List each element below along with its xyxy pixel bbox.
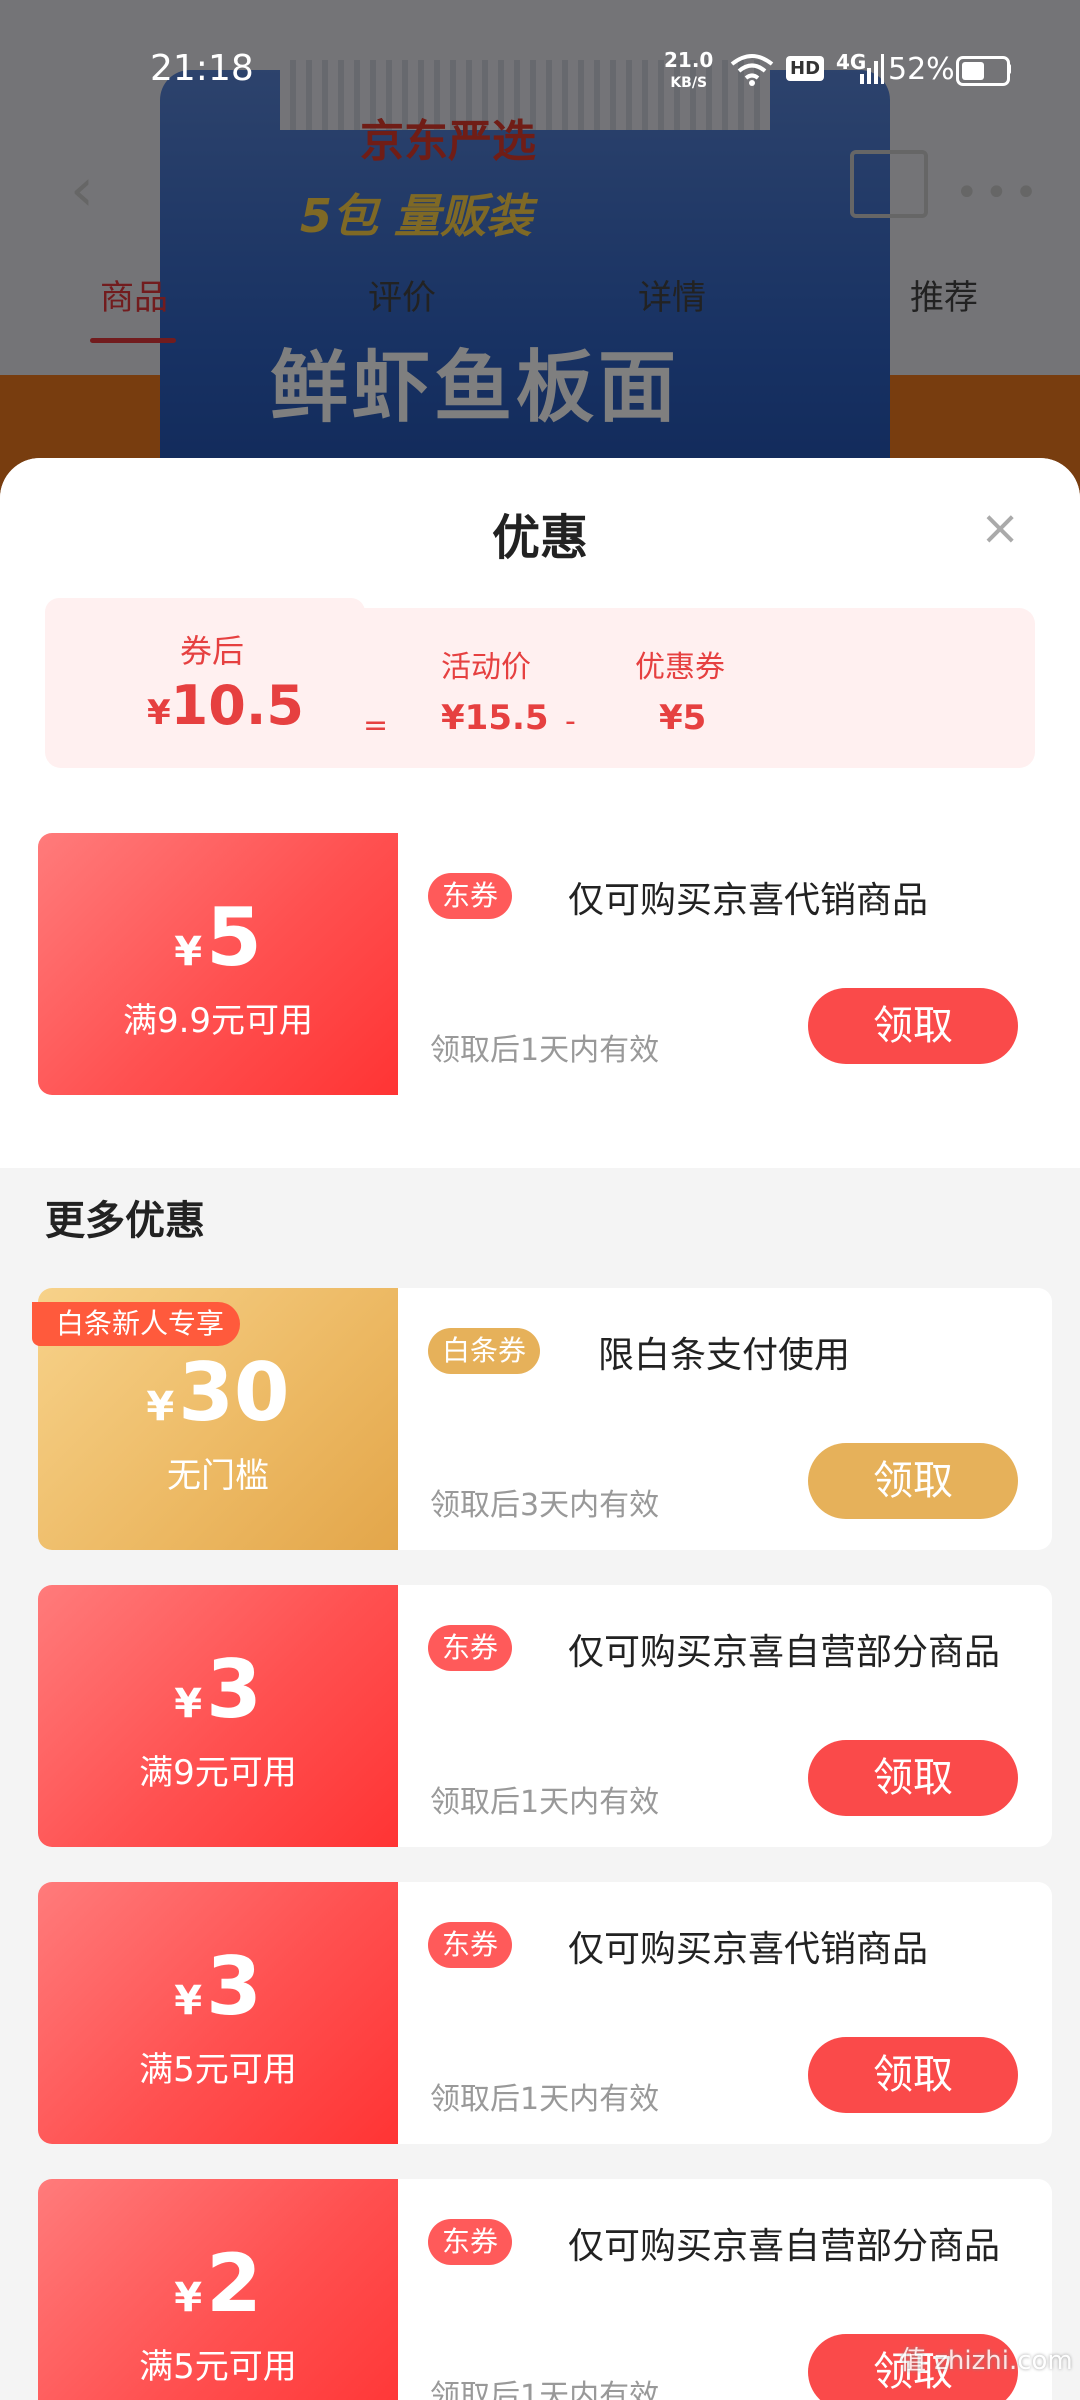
coupon-currency: ¥: [146, 1384, 175, 1430]
coupon-currency: ¥: [174, 1978, 203, 2024]
coupon-type-badge: 东券: [428, 1625, 513, 1671]
coupon-validity: 领取后1天内有效: [430, 1785, 660, 1820]
coupon-amount: ¥2: [38, 2239, 398, 2343]
coupon-amount-value: 30: [178, 1346, 290, 1439]
after-coupon-amount: 10.5: [170, 674, 304, 737]
coupon-card: ¥3 满9元可用 东券 仅可购买京喜自营部分商品 领取后1天内有效 领取: [38, 1585, 1052, 1847]
coupon-condition: 满9元可用: [139, 1753, 297, 1793]
sheet-title: 优惠: [491, 510, 588, 566]
battery-icon: [956, 56, 1010, 86]
claim-button[interactable]: 领取: [808, 1443, 1018, 1519]
activity-price-label: 活动价: [441, 650, 531, 685]
coupon-validity: 领取后3天内有效: [430, 1488, 660, 1523]
coupon-amount: ¥30: [38, 1348, 398, 1452]
claim-button[interactable]: 领取: [808, 2037, 1018, 2113]
status-bar: 21:18 21.0 KB/S HD 4G 52%: [0, 0, 1080, 140]
summary-tab-shape: [45, 598, 365, 624]
coupon-amount: ¥3: [38, 1942, 398, 2046]
coupon-condition: 无门槛: [167, 1456, 269, 1496]
coupon-amount-value: 3: [206, 1940, 262, 2033]
battery-percent: 52%: [888, 52, 955, 87]
coupon-description: 仅可购买京喜代销商品: [568, 1929, 929, 1970]
coupon-condition: 满9.9元可用: [122, 1001, 314, 1041]
coupon-card: ¥30 无门槛 白条新人专享 白条券 限白条支付使用 领取后3天内有效 领取: [32, 1288, 1052, 1550]
coupon-description: 仅可购买京喜自营部分商品: [568, 1632, 1001, 1673]
coupon-amount: ¥5: [38, 893, 398, 997]
coupon-currency: ¥: [174, 2275, 203, 2321]
coupon-discount: ¥5: [659, 698, 707, 738]
network-speed: 21.0 KB/S: [664, 50, 713, 93]
battery-tip: [1007, 64, 1011, 74]
more-offers-title: 更多优惠: [45, 1198, 205, 1244]
claim-button[interactable]: 领取: [808, 988, 1018, 1064]
coupon-card: ¥5 满9.9元可用 东券 仅可购买京喜代销商品 领取后1天内有效 领取: [38, 833, 1052, 1095]
coupon-amount-value: 2: [206, 2237, 262, 2330]
coupon-sheet: 优惠 × 券后 ¥10.5 = 活动价 ¥15.5 - 优惠券 ¥5 ¥5 满9…: [0, 458, 1080, 2400]
after-coupon-currency: ¥: [147, 693, 171, 733]
coupon-discount-label: 优惠券: [635, 650, 725, 685]
new-user-ribbon: 白条新人专享: [32, 1302, 241, 1346]
coupon-currency: ¥: [174, 1681, 203, 1727]
coupon-validity: 领取后1天内有效: [430, 2082, 660, 2117]
claim-button[interactable]: 领取: [808, 1740, 1018, 1816]
coupon-validity: 领取后1天内有效: [430, 1033, 660, 1068]
coupon-description: 限白条支付使用: [598, 1335, 851, 1376]
coupon-amount: ¥3: [38, 1645, 398, 1749]
price-summary: 券后 ¥10.5 = 活动价 ¥15.5 - 优惠券 ¥5: [45, 598, 1035, 768]
coupon-condition: 满5元可用: [139, 2347, 297, 2387]
network-speed-value: 21.0: [664, 48, 714, 72]
status-time: 21:18: [150, 48, 254, 89]
wifi-icon: [730, 54, 774, 86]
coupon-description: 仅可购买京喜自营部分商品: [568, 2226, 1001, 2267]
coupon-amount-value: 3: [206, 1643, 262, 1736]
coupon-type-badge: 白条券: [428, 1328, 541, 1374]
coupon-value-panel: ¥2 满5元可用: [38, 2179, 398, 2400]
close-icon[interactable]: ×: [980, 504, 1020, 552]
coupon-type-badge: 东券: [428, 2219, 513, 2265]
battery-fill: [962, 62, 984, 80]
after-coupon-label: 券后: [180, 632, 245, 670]
coupon-description: 仅可购买京喜代销商品: [568, 880, 929, 921]
coupon-value-panel: ¥5 满9.9元可用: [38, 833, 398, 1095]
coupon-type-badge: 东券: [428, 873, 513, 919]
network-speed-unit: KB/S: [670, 75, 708, 91]
coupon-type-badge: 东券: [428, 1922, 513, 1968]
coupon-value-panel: ¥3 满9元可用: [38, 1585, 398, 1847]
hd-badge: HD: [786, 56, 825, 81]
minus-sign: -: [565, 704, 576, 739]
coupon-currency: ¥: [174, 929, 203, 975]
after-coupon-price: ¥10.5: [147, 674, 304, 737]
coupon-condition: 满5元可用: [139, 2050, 297, 2090]
coupon-amount-value: 5: [206, 891, 262, 984]
sheet-header: 优惠 ×: [0, 458, 1080, 588]
coupon-card: ¥3 满5元可用 东券 仅可购买京喜代销商品 领取后1天内有效 领取: [38, 1882, 1052, 2144]
coupon-validity: 领取后1天内有效: [430, 2379, 660, 2400]
site-watermark: 值 zhizhi.com: [900, 2346, 1073, 2376]
coupon-value-panel: ¥3 满5元可用: [38, 1882, 398, 2144]
signal-icon: [860, 54, 884, 84]
equals-sign: =: [363, 708, 389, 743]
activity-price: ¥15.5: [441, 698, 549, 738]
